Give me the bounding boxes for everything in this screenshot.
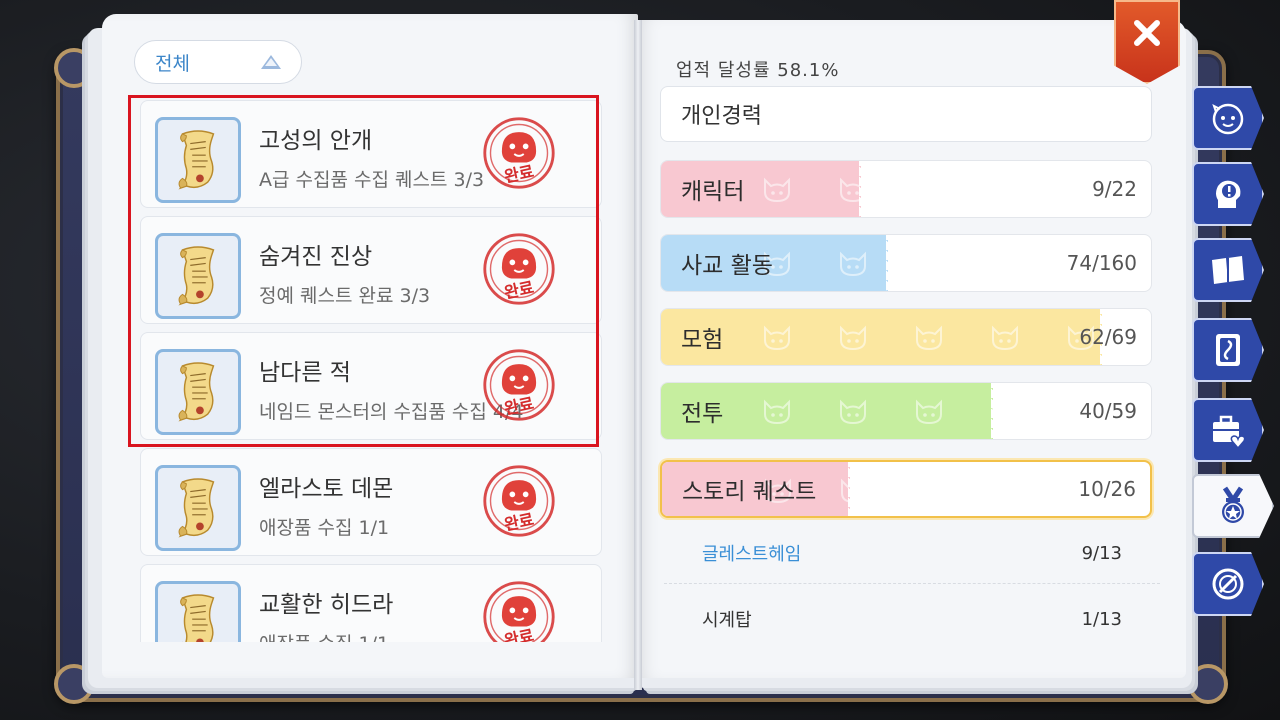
side-tab-face[interactable]: [1192, 86, 1264, 150]
quest-scroll-icon: [155, 581, 241, 642]
face-icon: [1208, 98, 1248, 138]
filter-dropdown[interactable]: 전체: [134, 40, 302, 84]
category-bar[interactable]: 사교 활동 74/160: [660, 234, 1152, 292]
close-icon: [1134, 20, 1160, 46]
complete-stamp-icon: 완료: [481, 463, 557, 539]
quest-title: 엘라스토 데몬: [259, 476, 394, 502]
frame-ornament-icon: [1188, 664, 1228, 704]
alert-head-icon: [1208, 174, 1248, 214]
svg-text:완료: 완료: [503, 626, 536, 642]
quest-title: 교활한 히드라: [259, 592, 394, 618]
sub-item-name: 시계탑: [702, 610, 752, 631]
side-tab-compass[interactable]: [1192, 552, 1264, 616]
category-bar[interactable]: 모험 62/69: [660, 308, 1152, 366]
category-bar[interactable]: 스토리 퀘스트 10/26: [660, 460, 1152, 518]
cat-pattern-icon: [761, 396, 1021, 426]
triangle-up-icon: [261, 55, 281, 69]
category-count: 10/26: [1078, 477, 1136, 501]
cat-pattern-icon: [761, 174, 869, 204]
highlight-box: [128, 95, 599, 447]
side-tab-open-book[interactable]: [1192, 238, 1264, 302]
category-name: 캐릭터: [681, 179, 745, 205]
category-name: 스토리 퀘스트: [682, 479, 817, 505]
quest-subtitle: 애장품 수집 1/1: [259, 517, 390, 539]
side-tab-alert-head[interactable]: [1192, 162, 1264, 226]
compass-icon: [1208, 564, 1248, 604]
story-sub-item[interactable]: 시계탑 1/13: [664, 590, 1158, 648]
achievement-rate: 업적 달성률 58.1%: [676, 60, 840, 81]
complete-stamp-icon: 완료: [481, 579, 557, 642]
personal-career-label: 개인경력: [681, 104, 762, 129]
sub-item-count: 9/13: [1081, 542, 1122, 564]
category-name: 사교 활동: [681, 253, 773, 279]
filter-label: 전체: [155, 52, 190, 75]
category-count: 40/59: [1079, 399, 1137, 423]
divider: [664, 583, 1160, 584]
category-count: 62/69: [1079, 325, 1137, 349]
category-name: 모험: [681, 327, 724, 353]
briefcase-heart-icon: [1208, 410, 1248, 450]
story-sub-item[interactable]: 글레스트헤임 9/13: [664, 524, 1158, 582]
category-count: 9/22: [1092, 177, 1137, 201]
quest-card[interactable]: 교활한 히드라애장품 수집 1/1 완료: [140, 564, 602, 642]
side-tab-medal[interactable]: [1192, 474, 1274, 538]
category-name: 전투: [681, 401, 724, 427]
medal-icon: [1213, 486, 1253, 526]
category-count: 74/160: [1066, 251, 1137, 275]
svg-text:완료: 완료: [503, 510, 536, 535]
cat-pattern-icon: [761, 248, 869, 278]
quest-subtitle: 애장품 수집 1/1: [259, 629, 389, 642]
sub-item-name: 글레스트헤임: [702, 544, 802, 565]
category-bar[interactable]: 전투 40/59: [660, 382, 1152, 440]
sub-item-count: 1/13: [1081, 608, 1122, 630]
card-icon: [1208, 330, 1248, 370]
quest-scroll-icon: [155, 465, 241, 551]
side-tab-briefcase-heart[interactable]: [1192, 398, 1264, 462]
category-bar[interactable]: 캐릭터 9/22: [660, 160, 1152, 218]
quest-card[interactable]: 엘라스토 데몬애장품 수집 1/1 완료: [140, 448, 602, 556]
book-spine: [634, 20, 642, 690]
personal-career-header[interactable]: 개인경력: [660, 86, 1152, 142]
open-book-icon: [1208, 250, 1248, 290]
cat-pattern-icon: [761, 322, 1097, 352]
side-tab-card[interactable]: [1192, 318, 1264, 382]
